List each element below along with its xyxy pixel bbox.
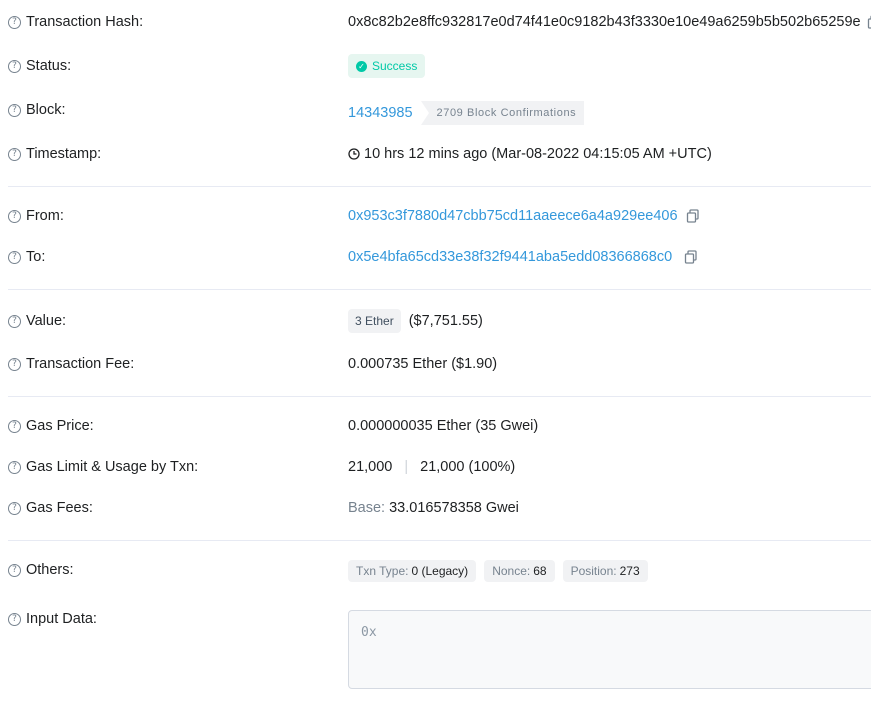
others-label: Others: [26, 562, 74, 578]
help-icon[interactable]: ? [8, 419, 21, 433]
help-icon[interactable]: ? [8, 15, 21, 29]
input-data-label: Input Data: [26, 611, 97, 627]
to-value-row: 0x5e4bfa65cd33e38f32f9441aba5edd08366868… [348, 249, 698, 265]
gas-separator: | [404, 459, 409, 475]
gas-limit-value-row: 21,000 | 21,000 (100%) [348, 459, 515, 475]
value-value-row: 3 Ether ($7,751.55) [348, 309, 483, 333]
block-label: Block: [26, 102, 66, 118]
gas-fees-label: Gas Fees: [26, 500, 93, 516]
gas-fees-label-row: ? Gas Fees: [8, 500, 93, 516]
from-value-row: 0x953c3f7880d47cbb75cd11aaeece6a4a929ee4… [348, 208, 700, 224]
status-value-row: ✓ Success [348, 54, 426, 78]
base-fee-value: 33.016578358 Gwei [389, 500, 519, 516]
gas-price-value-row: 0.000000035 Ether (35 Gwei) [348, 418, 538, 434]
divider [8, 186, 871, 187]
from-label-row: ? From: [8, 208, 64, 224]
to-label: To: [26, 249, 46, 265]
help-icon[interactable]: ? [8, 250, 21, 264]
check-circle-icon: ✓ [356, 60, 367, 72]
others-label-row: ? Others: [8, 562, 74, 578]
help-icon[interactable]: ? [8, 59, 21, 73]
input-data-label-row: ? Input Data: [8, 611, 97, 627]
nonce-value: 68 [533, 564, 547, 578]
block-value-row: 14343985 2709 Block Confirmations [348, 101, 585, 125]
position-badge: Position: 273 [562, 560, 648, 582]
help-icon[interactable]: ? [8, 209, 21, 223]
help-icon[interactable]: ? [8, 314, 21, 328]
status-label: Status: [26, 58, 72, 74]
help-icon[interactable]: ? [8, 103, 21, 117]
timestamp-label: Timestamp: [26, 146, 102, 162]
divider [8, 396, 871, 397]
txn-type-value: 0 (Legacy) [411, 564, 469, 578]
tx-hash-label: Transaction Hash: [26, 14, 144, 30]
tx-hash-value-row: 0x8c82b2e8ffc932817e0d74f41e0c9182b43f33… [348, 14, 871, 30]
help-icon[interactable]: ? [8, 460, 21, 474]
timestamp-label-row: ? Timestamp: [8, 146, 101, 162]
status-label-row: ? Status: [8, 58, 71, 74]
help-icon[interactable]: ? [8, 612, 21, 626]
from-address-link[interactable]: 0x953c3f7880d47cbb75cd11aaeece6a4a929ee4… [348, 208, 678, 224]
divider [8, 540, 871, 541]
nonce-badge: Nonce: 68 [484, 560, 555, 582]
value-label-row: ? Value: [8, 313, 66, 329]
nonce-label: Nonce: [492, 564, 531, 578]
gas-limit-label: Gas Limit & Usage by Txn: [26, 459, 199, 475]
gas-price-value: 0.000000035 Ether (35 Gwei) [348, 418, 539, 434]
block-confirmations-badge: 2709 Block Confirmations [420, 101, 585, 125]
tx-fee-label: Transaction Fee: [26, 356, 135, 372]
tx-hash-label-row: ? Transaction Hash: [8, 14, 143, 30]
help-icon[interactable]: ? [8, 357, 21, 371]
tx-fee-value-row: 0.000735 Ether ($1.90) [348, 356, 497, 372]
value-usd: ($7,751.55) [408, 313, 483, 329]
block-number-link[interactable]: 14343985 [348, 105, 413, 121]
timestamp-value: 10 hrs 12 mins ago (Mar-08-2022 04:15:05… [364, 146, 712, 162]
gas-fees-value-row: Base: 33.016578358 Gwei [348, 500, 519, 516]
from-label: From: [26, 208, 64, 224]
help-icon[interactable]: ? [8, 501, 21, 515]
copy-icon[interactable] [686, 209, 700, 223]
gas-price-label: Gas Price: [26, 418, 94, 434]
gas-limit-value: 21,000 [348, 459, 393, 475]
tx-fee-label-row: ? Transaction Fee: [8, 356, 134, 372]
others-value-row: Txn Type: 0 (Legacy) Nonce: 68 Position:… [348, 560, 648, 582]
status-badge: ✓ Success [348, 54, 426, 78]
gas-usage-value: 21,000 (100%) [420, 459, 516, 475]
divider [8, 289, 871, 290]
tx-hash-value[interactable]: 0x8c82b2e8ffc932817e0d74f41e0c9182b43f33… [348, 14, 861, 30]
gas-price-label-row: ? Gas Price: [8, 418, 94, 434]
value-label: Value: [26, 313, 67, 329]
timestamp-value-row: 10 hrs 12 mins ago (Mar-08-2022 04:15:05… [348, 146, 712, 162]
tx-fee-value: 0.000735 Ether ($1.90) [348, 356, 498, 372]
txn-type-label: Txn Type: [356, 564, 409, 578]
base-fee-label: Base: [348, 500, 386, 516]
to-label-row: ? To: [8, 249, 45, 265]
copy-icon[interactable] [867, 15, 871, 29]
txn-type-badge: Txn Type: 0 (Legacy) [348, 560, 477, 582]
input-data-textarea[interactable]: 0x [348, 610, 871, 689]
position-label: Position: [570, 564, 617, 578]
to-address-link[interactable]: 0x5e4bfa65cd33e38f32f9441aba5edd08366868… [348, 249, 672, 265]
gas-limit-label-row: ? Gas Limit & Usage by Txn: [8, 459, 198, 475]
status-text: Success [372, 59, 418, 73]
copy-icon[interactable] [684, 250, 698, 264]
block-label-row: ? Block: [8, 102, 66, 118]
clock-icon [348, 148, 360, 160]
help-icon[interactable]: ? [8, 147, 21, 161]
help-icon[interactable]: ? [8, 563, 21, 577]
position-value: 273 [619, 564, 640, 578]
ether-amount-badge: 3 Ether [348, 309, 401, 333]
